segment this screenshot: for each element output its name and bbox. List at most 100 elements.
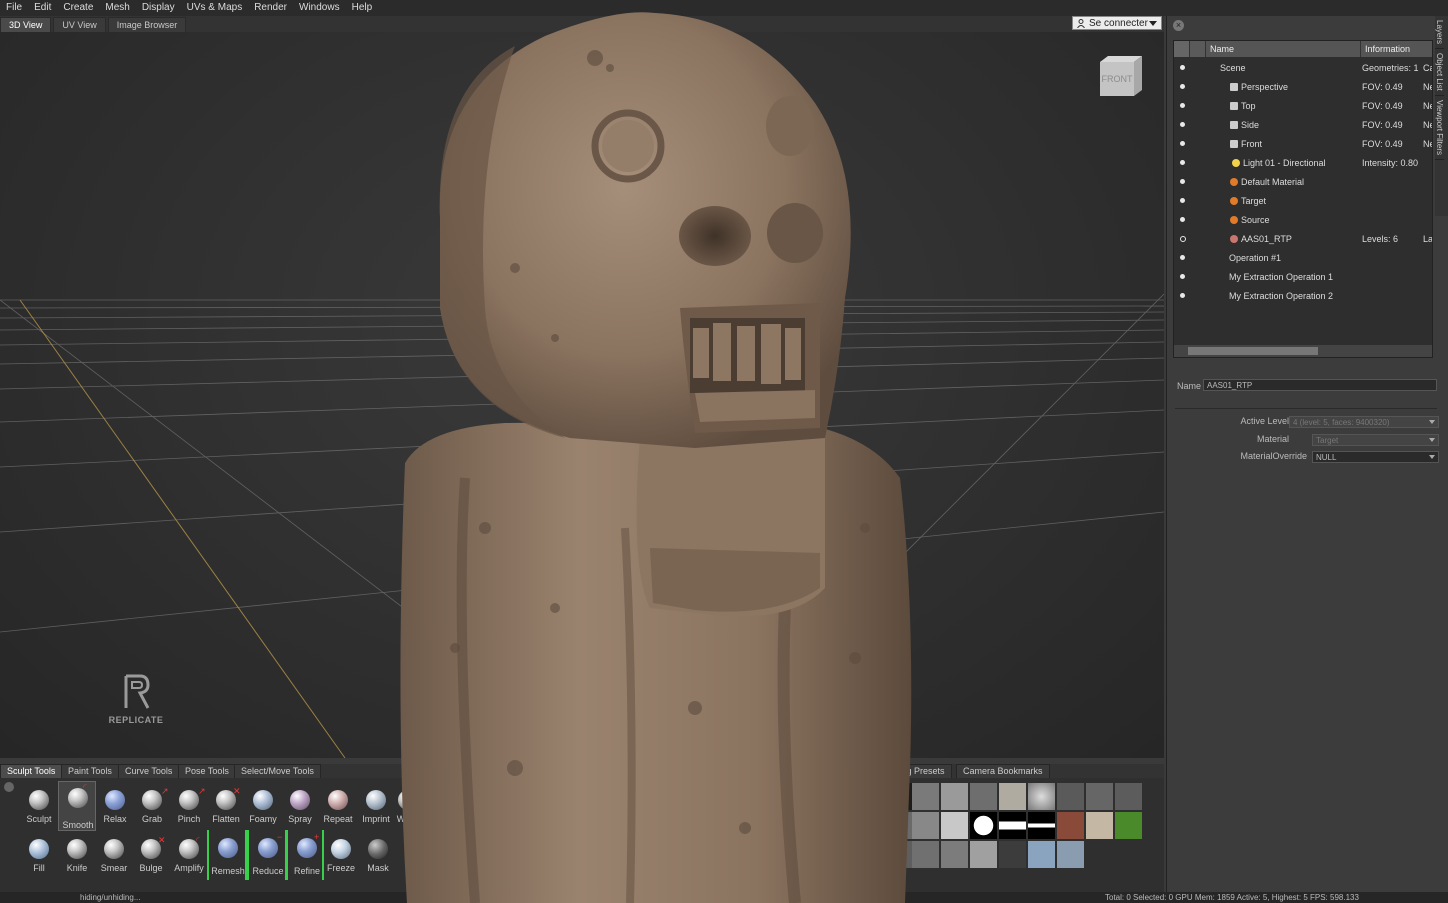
tab-sculpt-tools[interactable]: Sculpt Tools [0,764,63,779]
tab-curve-tools[interactable]: Curve Tools [118,764,180,779]
tree-row-aas01-rtp[interactable]: AAS01_RTP Levels: 6 La [1174,230,1432,248]
menu-create[interactable]: Create [57,0,99,16]
visibility-off-icon[interactable] [1180,236,1186,242]
horizontal-scrollbar[interactable] [1174,345,1432,357]
tool-amplify[interactable]: ◜ Amplify [170,835,208,879]
tree-row-default-material[interactable]: Default Material [1174,173,1432,191]
visibility-icon[interactable] [1180,217,1185,222]
visibility-icon[interactable] [1180,141,1185,146]
menu-windows[interactable]: Windows [293,0,346,16]
tab-uv-view[interactable]: UV View [53,17,106,32]
menu-help[interactable]: Help [346,0,379,16]
tree-row-top[interactable]: Top FOV: 0.49 Ne [1174,97,1432,115]
swatch[interactable] [941,841,968,868]
swatch[interactable] [941,783,968,810]
active-level-select[interactable]: 4 (level: 5, faces: 9400320) [1289,416,1439,428]
swatch[interactable] [1115,783,1142,810]
material-select[interactable]: Target [1312,434,1439,446]
swatch[interactable] [970,841,997,868]
visibility-icon[interactable] [1180,160,1185,165]
tree-row-front[interactable]: Front FOV: 0.49 Ne [1174,135,1432,153]
tree-row-extraction-1[interactable]: My Extraction Operation 1 [1174,268,1432,286]
visibility-icon[interactable] [1180,103,1185,108]
swatch[interactable] [999,841,1026,868]
swatch[interactable] [1028,841,1055,868]
tree-row-scene[interactable]: Scene Geometries: 1 Ca [1174,59,1432,77]
connect-button[interactable]: Se connecter [1072,16,1162,30]
tab-3d-view[interactable]: 3D View [0,17,52,32]
tool-mask[interactable]: Mask [359,835,397,879]
tree-header: Name Information [1174,41,1432,57]
swatch[interactable] [970,783,997,810]
panel-options-icon[interactable] [4,782,14,792]
tree-row-light[interactable]: Light 01 - Directional Intensity: 0.80 [1174,154,1432,172]
visibility-icon[interactable] [1180,122,1185,127]
menu-render[interactable]: Render [248,0,293,16]
lock-icon[interactable] [1190,41,1206,57]
status-stats: Total: 0 Selected: 0 GPU Mem: 1859 Activ… [1105,893,1359,902]
tree-row-target[interactable]: Target [1174,192,1432,210]
name-field[interactable]: AAS01_RTP [1203,379,1437,391]
side-tabs: Layers Object List Viewport Filters [1435,16,1448,216]
tool-spray[interactable]: Spray [281,786,319,830]
tool-bulge[interactable]: ✕ Bulge [132,835,170,879]
column-name[interactable]: Name [1206,41,1361,57]
visibility-icon[interactable] [1180,255,1185,260]
tree-row-side[interactable]: Side FOV: 0.49 Ne [1174,116,1432,134]
swatch[interactable] [970,812,997,839]
menu-display[interactable]: Display [136,0,181,16]
tool-reduce[interactable]: − Reduce [247,830,287,880]
fill-icon [29,839,49,859]
visibility-icon[interactable] [1180,179,1185,184]
chevron-down-icon [1429,438,1435,442]
visibility-icon[interactable] [1180,293,1185,298]
scrollbar-thumb[interactable] [1188,347,1318,355]
status-message: hiding/unhiding... [80,893,141,902]
swatch[interactable] [999,812,1026,839]
tree-row-operation-1[interactable]: Operation #1 [1174,249,1432,267]
tree-row-source[interactable]: Source [1174,211,1432,229]
tab-select-move-tools[interactable]: Select/Move Tools [234,764,321,779]
column-information[interactable]: Information [1361,41,1410,57]
side-tab-viewport-filters[interactable]: Viewport Filters [1435,96,1444,160]
swatch[interactable] [1057,783,1084,810]
tool-remesh[interactable]: Remesh [207,830,247,880]
light-bulb-icon [1232,159,1240,167]
close-icon[interactable]: × [1173,20,1184,31]
visibility-icon[interactable] [1180,65,1185,70]
visibility-icon[interactable] [1180,84,1185,89]
swatch[interactable] [1086,783,1113,810]
swatch[interactable] [1057,841,1084,868]
side-tab-layers[interactable]: Layers [1435,16,1444,50]
tab-pose-tools[interactable]: Pose Tools [178,764,236,779]
swatch[interactable] [1115,812,1142,839]
sculpt-model[interactable] [395,8,925,903]
swatch[interactable] [1028,783,1055,810]
tool-repeat[interactable]: Repeat [319,786,357,830]
tree-row-extraction-2[interactable]: My Extraction Operation 2 [1174,287,1432,305]
camera-icon [1230,102,1238,110]
material-override-select[interactable]: NULL [1312,451,1439,463]
tool-sculpt[interactable]: Sculpt [20,786,58,830]
tool-fill[interactable]: Fill [20,835,58,879]
eye-icon[interactable] [1174,41,1190,57]
swatch[interactable] [999,783,1026,810]
visibility-icon[interactable] [1180,198,1185,203]
swatch[interactable] [1028,812,1055,839]
visibility-icon[interactable] [1180,274,1185,279]
tool-imprint[interactable]: Imprint [357,786,395,830]
tab-camera-bookmarks[interactable]: Camera Bookmarks [956,764,1050,779]
swatch[interactable] [941,812,968,839]
tree-row-perspective[interactable]: Perspective FOV: 0.49 Ne [1174,78,1432,96]
swatch[interactable] [1086,812,1113,839]
tab-image-browser[interactable]: Image Browser [107,17,187,32]
menu-file[interactable]: File [0,0,28,16]
tool-smooth[interactable]: ◜ Smooth [58,781,96,831]
side-tab-object-list[interactable]: Object List [1435,49,1444,96]
menu-edit[interactable]: Edit [28,0,57,16]
view-cube[interactable]: FRONT [1098,54,1144,98]
menu-uvs-maps[interactable]: UVs & Maps [181,0,249,16]
swatch[interactable] [1057,812,1084,839]
tab-paint-tools[interactable]: Paint Tools [61,764,119,779]
menu-mesh[interactable]: Mesh [99,0,135,16]
